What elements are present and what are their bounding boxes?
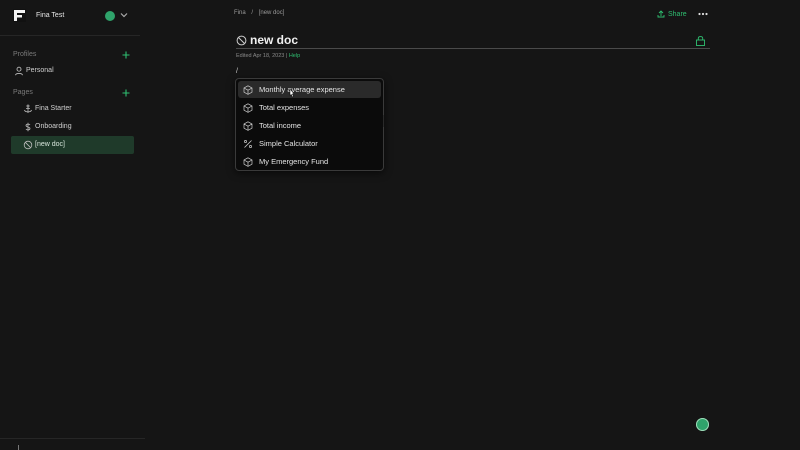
sidebar-item-onboarding[interactable]: Onboarding [11,118,134,136]
menu-item-label: Monthly average expense [259,85,345,94]
share-button[interactable]: Share [657,10,687,18]
divider [0,438,145,439]
breadcrumb: Fina / [new doc] [234,10,288,16]
sidebar-item-label: Fina Starter [35,105,72,112]
mouse-pointer-icon [289,88,295,98]
edited-meta: Edited Apr 18, 2023 | Help [236,53,300,59]
menu-item-monthly-average-expense[interactable]: Monthly average expense [238,81,381,98]
help-link[interactable]: Help [289,53,300,59]
more-options-icon[interactable] [698,10,708,18]
editor-input[interactable]: / [236,68,238,75]
blocked-icon [23,140,33,150]
menu-item-label: My Emergency Fund [259,157,329,166]
edited-date: Edited Apr 18, 2023 | [236,53,288,59]
breadcrumb-current: [new doc] [258,10,285,16]
add-profile-icon[interactable] [121,50,131,60]
pages-heading: Pages [13,89,33,96]
sidebar-item-label: [new doc] [35,141,65,148]
command-menu: Monthly average expense Total expenses T… [235,78,384,171]
menu-item-label: Total expenses [259,103,310,112]
menu-item-label: Total income [259,121,302,130]
cube-icon [243,85,253,95]
cube-icon [243,157,253,167]
menu-item-label: Simple Calculator [259,139,318,148]
dollar-icon [25,122,31,132]
menu-item-my-emergency-fund[interactable]: My Emergency Fund [238,153,381,170]
chat-support-button[interactable] [696,418,709,431]
sidebar-item-label: Onboarding [35,123,72,130]
blocked-icon[interactable] [236,35,247,46]
profiles-heading: Profiles [13,51,37,58]
sidebar-item-personal[interactable]: Personal [11,62,134,80]
workspace-name[interactable]: Fina Test [36,12,64,19]
sidebar-item-new-doc[interactable]: [new doc] [11,136,134,154]
sidebar-item-label: Personal [26,67,54,74]
percent-icon [244,140,252,148]
person-icon [15,66,23,76]
breadcrumb-root[interactable]: Fina [234,10,246,16]
scrollbar[interactable] [383,115,384,127]
anchor-icon [24,104,32,113]
share-label: Share [668,11,687,18]
sidebar-item-fina-starter[interactable]: Fina Starter [11,100,134,118]
chevron-down-icon[interactable] [119,10,129,20]
title-divider [236,48,710,49]
breadcrumb-separator: / [251,10,254,16]
add-page-icon[interactable] [121,88,131,98]
share-icon [657,10,665,18]
menu-item-total-expenses[interactable]: Total expenses [238,99,381,116]
divider [0,35,140,36]
menu-item-total-income[interactable]: Total income [238,117,381,134]
app-logo-icon[interactable] [13,9,26,22]
cube-icon [243,103,253,113]
lock-icon[interactable] [695,35,706,46]
cube-icon [243,121,253,131]
menu-item-simple-calculator[interactable]: Simple Calculator [238,135,381,152]
resize-handle[interactable] [18,445,19,450]
page-title[interactable]: new doc [250,33,298,47]
workspace-avatar[interactable] [105,11,115,21]
